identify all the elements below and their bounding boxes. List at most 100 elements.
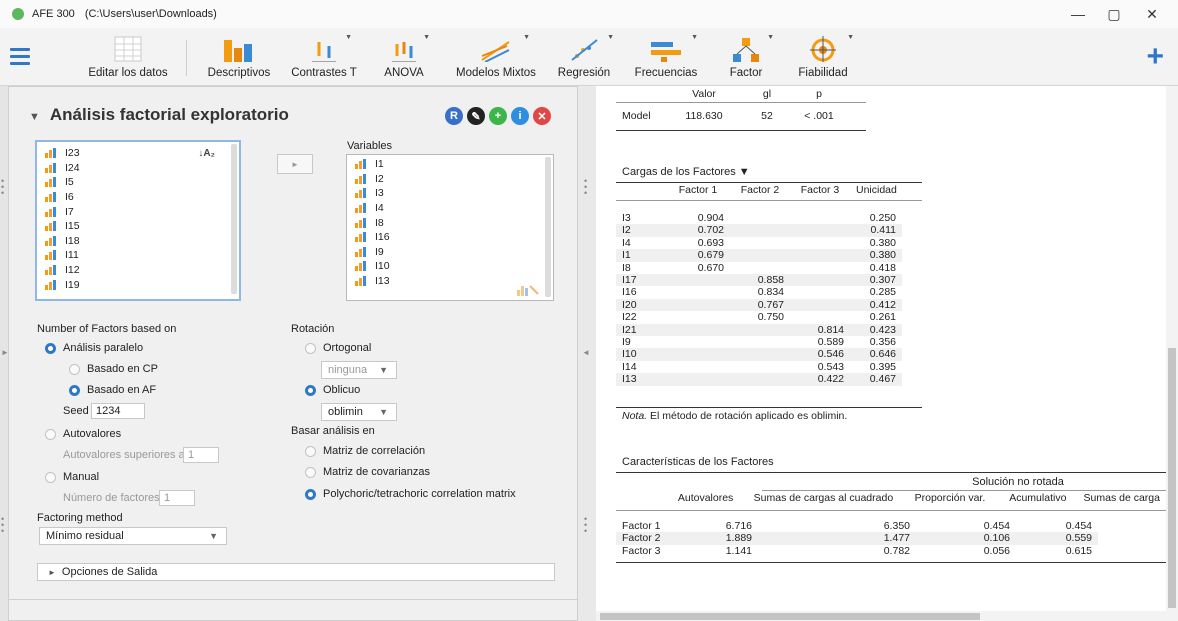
- analysis-options-panel: ▼ Análisis factorial exploratorio R ✎ + i…: [8, 86, 578, 621]
- variable-list-item[interactable]: I8: [347, 215, 553, 230]
- nfactors-label: Number of Factors based on: [37, 323, 177, 335]
- anova-button[interactable]: ▼ ANOVA: [376, 32, 432, 84]
- descriptives-button[interactable]: Descriptivos: [200, 32, 278, 84]
- t-test-icon: [312, 42, 336, 62]
- factor-loadings-body: I3 0.904 0.250 I2 0.702 0.411 I4 0.693 0.380 I1 0.…: [616, 212, 902, 386]
- ordinal-variable-icon: [45, 235, 59, 246]
- selected-variables-list[interactable]: I1 I2 I3 I4 I8 I16 I9 I10 I13: [346, 154, 554, 301]
- based-af-radio[interactable]: [69, 385, 80, 396]
- factor-button[interactable]: ▼ Factor: [718, 32, 774, 84]
- covariance-matrix-label: Matriz de covarianzas: [323, 466, 430, 478]
- variable-list-item[interactable]: I18: [37, 234, 239, 249]
- sort-icon[interactable]: ↓A₂: [198, 148, 215, 159]
- variable-list-item[interactable]: I1: [347, 157, 553, 172]
- variable-list-item[interactable]: I6: [37, 190, 239, 205]
- drag-grip-icon[interactable]: • • •: [1, 177, 4, 198]
- nfactor-input[interactable]: 1: [159, 490, 195, 506]
- eigenvalues-radio[interactable]: [45, 429, 56, 440]
- table-row: I8 0.670 0.418: [622, 261, 896, 274]
- variable-list-item[interactable]: I5: [37, 175, 239, 190]
- polychoric-matrix-radio[interactable]: [305, 489, 316, 500]
- variable-list-item[interactable]: I2: [347, 172, 553, 187]
- variable-list-item[interactable]: I9: [347, 245, 553, 260]
- minimize-button[interactable]: —: [1058, 0, 1098, 28]
- t-tests-button[interactable]: ▼ Contrastes T: [284, 32, 364, 84]
- orthogonal-select[interactable]: ninguna ▼: [321, 361, 397, 379]
- variable-list-item[interactable]: I7: [37, 204, 239, 219]
- move-variable-button[interactable]: ►: [277, 154, 313, 174]
- add-module-button[interactable]: +: [1146, 42, 1164, 72]
- variable-list-item[interactable]: I4: [347, 201, 553, 216]
- characteristics-body: Factor 1 6.716 6.350 0.454 0.454 Factor 2 1.88…: [616, 520, 1098, 557]
- mixed-models-icon: [481, 41, 510, 62]
- results-horizontal-scrollbar[interactable]: [596, 611, 1166, 621]
- eigen-threshold-input[interactable]: 1: [183, 447, 219, 463]
- info-icon[interactable]: i: [511, 107, 529, 125]
- collapse-triangle-icon[interactable]: ▼: [29, 111, 40, 123]
- drag-grip-icon[interactable]: • • •: [1, 515, 4, 536]
- restore-button[interactable]: ▢: [1094, 0, 1134, 28]
- panel-splitter[interactable]: • • • ◄ • • •: [578, 86, 596, 621]
- factoring-method-select[interactable]: Mínimo residual ▼: [39, 527, 227, 545]
- base-analysis-label: Basar análisis en: [291, 425, 375, 437]
- variable-list-item[interactable]: I24: [37, 161, 239, 176]
- duplicate-icon[interactable]: +: [489, 107, 507, 125]
- edit-data-button[interactable]: Editar los datos: [80, 32, 176, 84]
- scrollbar-thumb[interactable]: [600, 613, 980, 620]
- parallel-analysis-radio[interactable]: [45, 343, 56, 354]
- table-row: I22 0.750 0.261: [622, 311, 896, 324]
- ordinal-variable-icon: [355, 203, 369, 214]
- characteristics-title: Características de los Factores: [622, 456, 774, 468]
- ordinal-variable-icon: [355, 276, 369, 287]
- ordinal-variable-icon: [45, 177, 59, 188]
- variable-list-item[interactable]: I19: [37, 277, 239, 292]
- remove-analysis-icon[interactable]: ✕: [533, 107, 551, 125]
- ordinal-variable-icon: [355, 173, 369, 184]
- oblique-radio[interactable]: [305, 385, 316, 396]
- rotation-label: Rotación: [291, 323, 335, 335]
- variable-list-item[interactable]: I16: [347, 230, 553, 245]
- factor-loadings-table: Factor 1 Factor 2 Factor 3 Unicidad: [678, 184, 897, 196]
- variable-list-item[interactable]: I12: [37, 263, 239, 278]
- orthogonal-radio[interactable]: [305, 343, 316, 354]
- reliability-button[interactable]: ▼ Fiabilidad: [788, 32, 858, 84]
- variable-list-item[interactable]: I10: [347, 259, 553, 274]
- collapse-left-icon[interactable]: ◄: [582, 349, 590, 357]
- ordinal-variable-icon: [355, 246, 369, 257]
- ordinal-variable-icon: [45, 221, 59, 232]
- variable-list-item[interactable]: I11: [37, 248, 239, 263]
- title-bar: AFE 300 (C:\Users\user\Downloads) — ▢ ✕: [0, 0, 1178, 28]
- ordinal-variable-icon: [45, 192, 59, 203]
- regression-button[interactable]: ▼ Regresión: [552, 32, 616, 84]
- table-row: I17 0.858 0.307: [616, 274, 902, 287]
- available-variables-list[interactable]: I23 I24 I5 I6 I7 I15 I18 I11 I12 I19 ↓A₂: [35, 140, 241, 301]
- close-button[interactable]: ✕: [1132, 0, 1172, 28]
- variable-list-item[interactable]: I3: [347, 186, 553, 201]
- list-scrollbar[interactable]: [231, 144, 237, 294]
- frequencies-button[interactable]: ▼ Frecuencias: [628, 32, 704, 84]
- menu-icon[interactable]: [10, 48, 30, 69]
- list-scrollbar[interactable]: [545, 157, 551, 297]
- ordinal-variable-icon: [45, 148, 59, 159]
- r-syntax-icon[interactable]: R: [445, 107, 463, 125]
- edit-title-icon[interactable]: ✎: [467, 107, 485, 125]
- mixed-models-button[interactable]: ▼ Modelos Mixtos: [448, 32, 544, 84]
- drag-grip-icon[interactable]: • • •: [584, 177, 587, 198]
- seed-input[interactable]: 1234: [91, 403, 145, 419]
- variables-label: Variables: [347, 140, 393, 152]
- results-vertical-scrollbar[interactable]: [1166, 86, 1178, 621]
- table-row: Factor 2 1.889 1.477 0.106 0.559: [616, 532, 1098, 545]
- analysis-title[interactable]: ▼ Análisis factorial exploratorio: [29, 105, 289, 125]
- correlation-matrix-radio[interactable]: [305, 446, 316, 457]
- output-options-section[interactable]: ► Opciones de Salida: [37, 563, 555, 581]
- characteristics-header: Autovalores Sumas de cargas al cuadrado Pr…: [677, 492, 1160, 504]
- rotation-note: Nota. El método de rotación aplicado es …: [622, 410, 848, 422]
- loadings-title[interactable]: Cargas de los Factores ▼: [622, 166, 750, 178]
- covariance-matrix-radio[interactable]: [305, 467, 316, 478]
- drag-grip-icon[interactable]: • • •: [584, 515, 587, 536]
- scrollbar-thumb[interactable]: [1168, 348, 1176, 608]
- oblique-select[interactable]: oblimin ▼: [321, 403, 397, 421]
- variable-list-item[interactable]: I15: [37, 219, 239, 234]
- manual-radio[interactable]: [45, 472, 56, 483]
- based-cp-radio[interactable]: [69, 364, 80, 375]
